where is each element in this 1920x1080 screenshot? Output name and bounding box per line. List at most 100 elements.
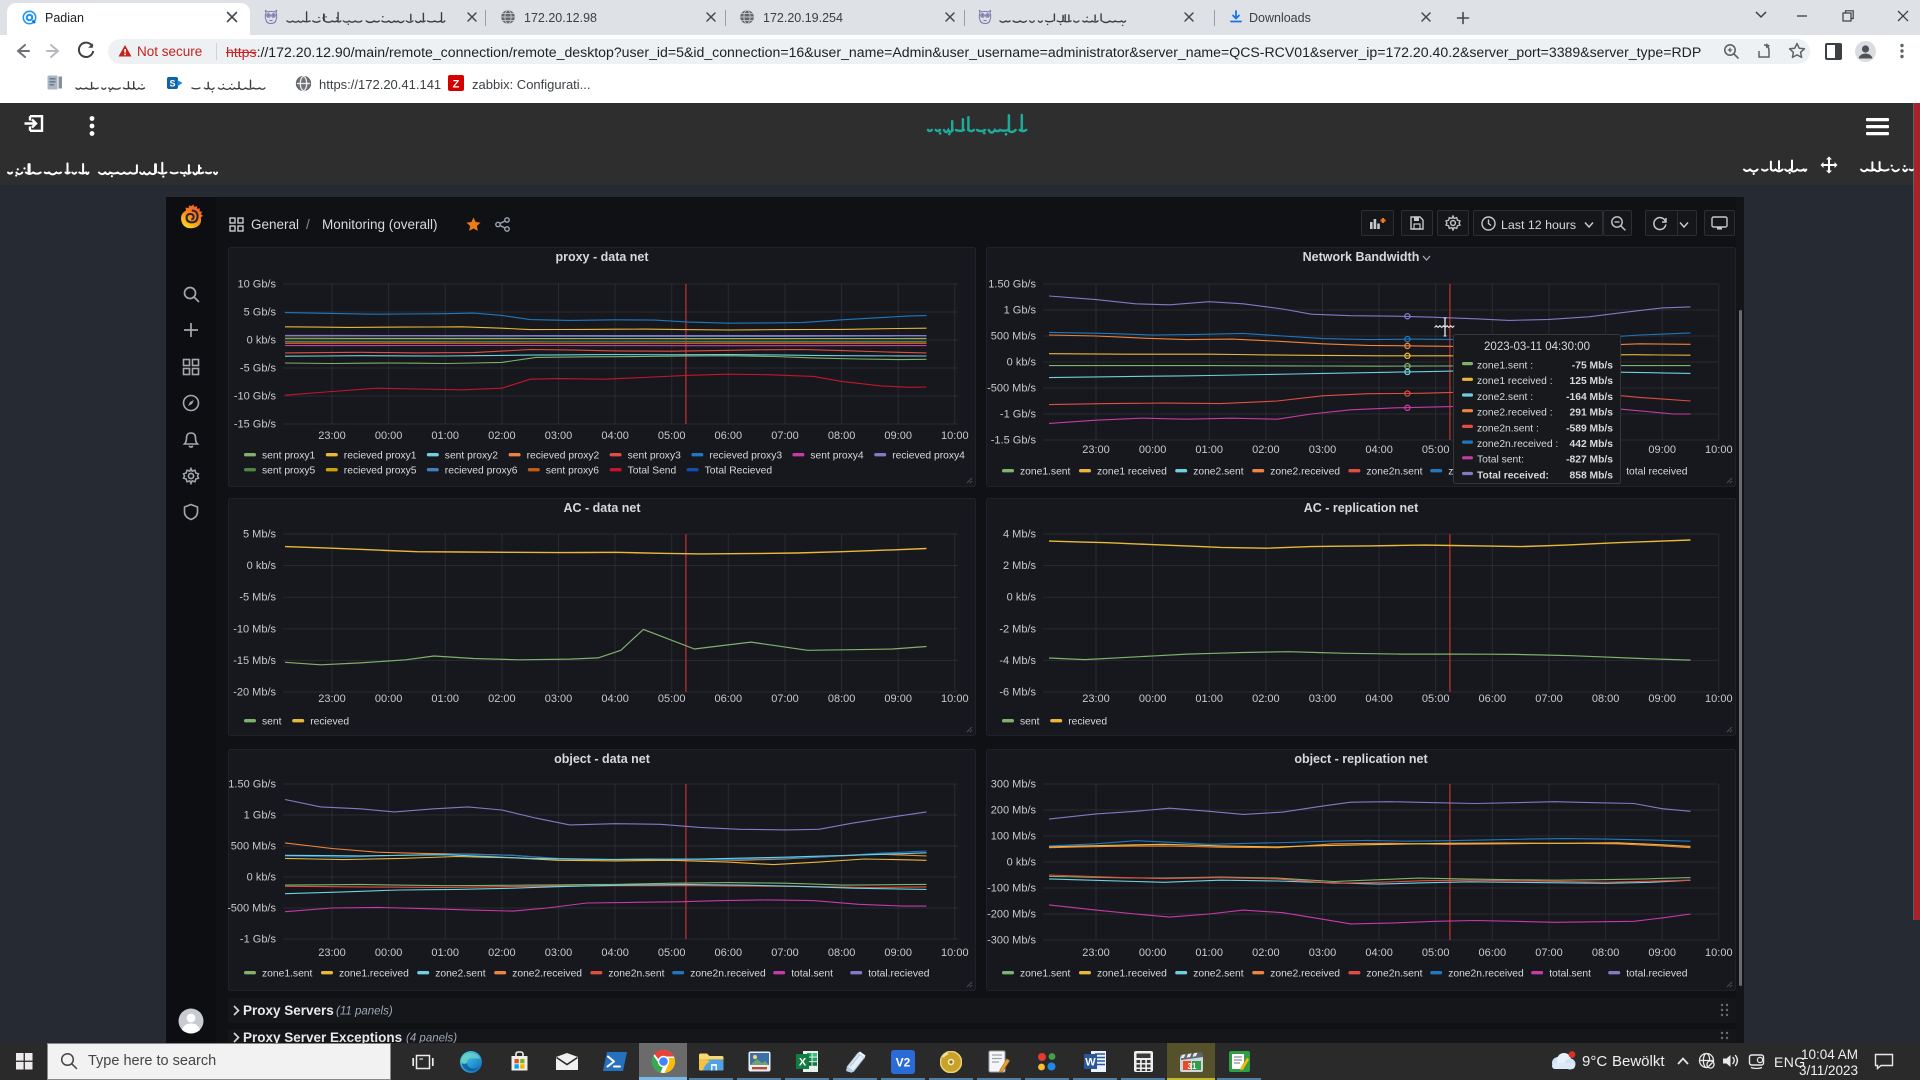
svg-text:03:00: 03:00	[545, 430, 573, 442]
svg-text:04:00: 04:00	[1365, 693, 1393, 705]
svg-text:-75 Mb/s: -75 Mb/s	[1572, 361, 1613, 372]
svg-text:2023-03-11 04:30:00: 2023-03-11 04:30:00	[1484, 341, 1590, 353]
svg-text:AC - replication net: AC - replication net	[1304, 501, 1419, 515]
svg-text:08:00: 08:00	[1592, 947, 1620, 959]
svg-text:02:00: 02:00	[1252, 444, 1280, 456]
svg-text:09:00: 09:00	[884, 430, 912, 442]
svg-text:recieved proxy5: recieved proxy5	[344, 466, 417, 477]
svg-text:00:00: 00:00	[375, 430, 403, 442]
svg-text:31: 31	[1188, 1062, 1197, 1071]
svg-text:zone1.sent: zone1.sent	[1020, 969, 1071, 980]
svg-text:sent proxy4: sent proxy4	[810, 451, 864, 462]
svg-text:zone2n.sent: zone2n.sent	[608, 969, 664, 980]
svg-text:02:00: 02:00	[488, 947, 516, 959]
svg-text:sent: sent	[1020, 717, 1040, 728]
svg-text:-1 Gb/s: -1 Gb/s	[240, 934, 277, 946]
svg-text:0 kb/s: 0 kb/s	[1007, 857, 1037, 869]
svg-text:sent proxy1: sent proxy1	[262, 451, 316, 462]
svg-text:recieved proxy1: recieved proxy1	[344, 451, 417, 462]
svg-text:23:00: 23:00	[1082, 693, 1110, 705]
svg-text:442 Mb/s: 442 Mb/s	[1570, 439, 1614, 450]
svg-text:zone2n.sent: zone2n.sent	[1366, 467, 1422, 478]
svg-text:Proxy Server Exceptions: Proxy Server Exceptions	[243, 1030, 402, 1043]
svg-text:total.sent: total.sent	[791, 969, 833, 980]
svg-text:100 Mb/s: 100 Mb/s	[991, 831, 1037, 843]
svg-text:858 Mb/s: 858 Mb/s	[1570, 470, 1614, 481]
svg-text:proxy - data net: proxy - data net	[555, 250, 649, 264]
svg-text:08:00: 08:00	[828, 430, 856, 442]
svg-text:06:00: 06:00	[715, 947, 743, 959]
svg-text:200 Mb/s: 200 Mb/s	[991, 805, 1037, 817]
svg-text:09:00: 09:00	[1648, 693, 1676, 705]
svg-text:Total Recieved: Total Recieved	[705, 466, 773, 477]
svg-text:-10 Mb/s: -10 Mb/s	[233, 623, 276, 635]
svg-text:23:00: 23:00	[318, 947, 346, 959]
svg-text:-15 Gb/s: -15 Gb/s	[234, 419, 277, 431]
svg-text:-164 Mb/s: -164 Mb/s	[1566, 392, 1613, 403]
svg-text:00:00: 00:00	[375, 693, 403, 705]
svg-text:total.recieved: total.recieved	[1626, 969, 1688, 980]
svg-text:07:00: 07:00	[771, 430, 799, 442]
svg-text:06:00: 06:00	[715, 693, 743, 705]
svg-text:00:00: 00:00	[375, 947, 403, 959]
svg-text:zone2.sent: zone2.sent	[1193, 969, 1244, 980]
svg-text:5 Mb/s: 5 Mb/s	[243, 529, 277, 541]
svg-text:10 Gb/s: 10 Gb/s	[237, 279, 276, 291]
svg-text:23:00: 23:00	[318, 430, 346, 442]
svg-text:01:00: 01:00	[1195, 947, 1223, 959]
svg-text:sent proxy5: sent proxy5	[262, 466, 316, 477]
svg-text:-5 Mb/s: -5 Mb/s	[239, 592, 276, 604]
svg-text:10:00: 10:00	[941, 693, 969, 705]
svg-text:0 kb/s: 0 kb/s	[1007, 357, 1037, 369]
svg-text:01:00: 01:00	[431, 430, 459, 442]
svg-text:zone2.received: zone2.received	[512, 969, 582, 980]
svg-text:03:00: 03:00	[1309, 947, 1337, 959]
svg-text:291 Mb/s: 291 Mb/s	[1570, 408, 1614, 419]
svg-text:zone1 received: zone1 received	[1097, 467, 1167, 478]
svg-text:X: X	[799, 1057, 807, 1069]
svg-text:zone1.sent: zone1.sent	[262, 969, 313, 980]
svg-text:0 kb/s: 0 kb/s	[1007, 592, 1037, 604]
svg-text:04:00: 04:00	[601, 947, 629, 959]
svg-text:-20 Mb/s: -20 Mb/s	[233, 687, 276, 699]
svg-text:00:00: 00:00	[1139, 947, 1167, 959]
svg-text:total.recieved: total.recieved	[868, 969, 930, 980]
svg-text:07:00: 07:00	[1535, 947, 1563, 959]
svg-text:-300 Mb/s: -300 Mb/s	[987, 935, 1036, 947]
svg-text:23:00: 23:00	[1082, 444, 1110, 456]
svg-text:05:00: 05:00	[658, 693, 686, 705]
svg-text:07:00: 07:00	[771, 693, 799, 705]
svg-text:-1 Gb/s: -1 Gb/s	[1000, 409, 1037, 421]
svg-text:06:00: 06:00	[715, 430, 743, 442]
svg-text:-2 Mb/s: -2 Mb/s	[999, 623, 1036, 635]
svg-text:03:00: 03:00	[545, 693, 573, 705]
svg-text:04:00: 04:00	[1365, 444, 1393, 456]
svg-text:(4 panels): (4 panels)	[406, 1033, 457, 1044]
svg-text:recieved proxy6: recieved proxy6	[445, 466, 518, 477]
svg-text:500 Mb/s: 500 Mb/s	[231, 841, 277, 853]
svg-text:zone1.received: zone1.received	[1097, 969, 1167, 980]
svg-text:125 Mb/s: 125 Mb/s	[1570, 376, 1614, 387]
svg-text:07:00: 07:00	[1535, 693, 1563, 705]
svg-text:08:00: 08:00	[1592, 693, 1620, 705]
svg-text:zone2n.received: zone2n.received	[690, 969, 766, 980]
svg-text:zone2.received :: zone2.received :	[1477, 408, 1553, 419]
svg-text:Total received:: Total received:	[1477, 470, 1549, 481]
svg-text:W: W	[1085, 1057, 1096, 1069]
svg-text:08:00: 08:00	[828, 947, 856, 959]
svg-text:-10 Gb/s: -10 Gb/s	[234, 391, 277, 403]
svg-text:07:00: 07:00	[771, 947, 799, 959]
svg-text:-5 Gb/s: -5 Gb/s	[240, 363, 277, 375]
svg-text:S: S	[169, 79, 175, 89]
svg-text:object - replication net: object - replication net	[1294, 752, 1428, 766]
svg-text:500 Mb/s: 500 Mb/s	[991, 331, 1037, 343]
svg-text:05:00: 05:00	[1422, 444, 1450, 456]
svg-text:05:00: 05:00	[658, 947, 686, 959]
svg-text:Total sent:: Total sent:	[1477, 455, 1524, 466]
svg-text:04:00: 04:00	[601, 430, 629, 442]
svg-text:00:00: 00:00	[1139, 444, 1167, 456]
svg-text:09:00: 09:00	[1648, 947, 1676, 959]
svg-text:Z: Z	[453, 79, 460, 91]
svg-text:object - data net: object - data net	[554, 752, 651, 766]
svg-text:sent proxy6: sent proxy6	[546, 466, 600, 477]
